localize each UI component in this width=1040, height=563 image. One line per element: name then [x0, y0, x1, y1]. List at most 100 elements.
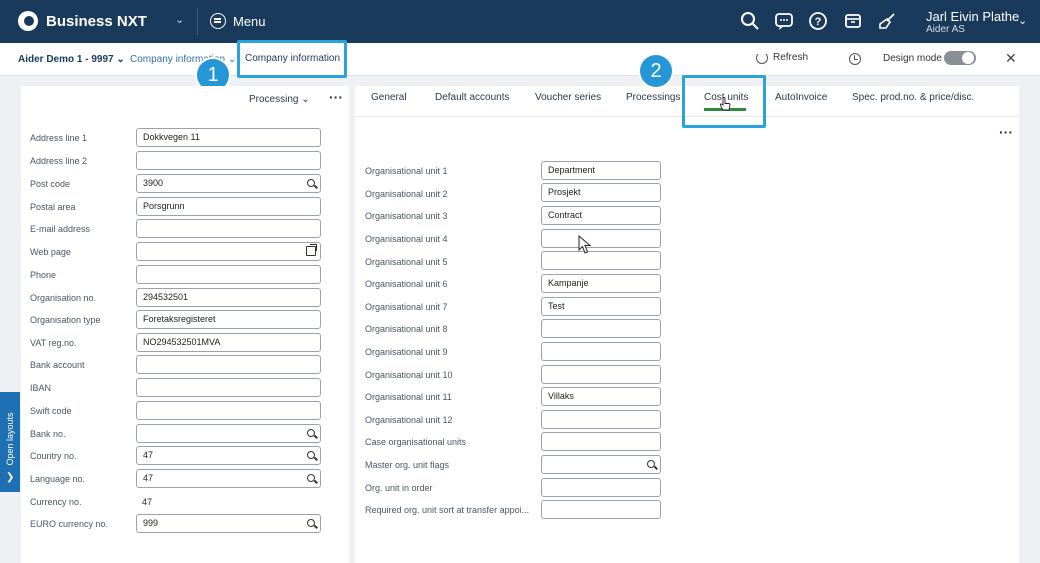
refresh-button[interactable]: Refresh: [773, 52, 808, 63]
mouse-pointer-icon: [578, 235, 592, 254]
company-details-panel: Processing ⌄ ··· Address line 1 Dokkvege…: [21, 86, 349, 563]
tab-default-accounts[interactable]: Default accounts: [435, 92, 510, 103]
step-badge-2: 2: [640, 55, 672, 87]
address-line-1-input[interactable]: Dokkvegen 11: [136, 128, 321, 147]
search-icon[interactable]: [307, 451, 315, 459]
processing-dropdown[interactable]: Processing ⌄: [249, 94, 310, 105]
search-icon[interactable]: [307, 519, 315, 527]
org-unit-in-order-input[interactable]: [541, 478, 661, 497]
more-options-icon[interactable]: ···: [999, 124, 1013, 140]
business-nxt-logo-icon: [18, 11, 38, 31]
inbox-icon[interactable]: [843, 11, 863, 31]
search-icon[interactable]: [307, 179, 315, 187]
master-org-unit-flags-input[interactable]: [541, 455, 661, 474]
org-unit-11-input[interactable]: Villaks: [541, 387, 661, 406]
euro-currency-no-input[interactable]: 999: [136, 514, 321, 533]
field-label: Bank no.: [30, 429, 66, 439]
field-label: Organisation type: [30, 315, 101, 325]
topbar-divider: [197, 8, 198, 35]
history-icon[interactable]: [849, 53, 861, 65]
top-bar: Business NXT ⌄ Menu ? Jarl Eivin Plathe …: [0, 0, 1040, 43]
user-menu-chevron-icon[interactable]: ⌄: [1018, 14, 1027, 27]
iban-input[interactable]: [136, 378, 321, 397]
organisation-type-input[interactable]: Foretaksregisteret: [136, 310, 321, 329]
case-org-units-input[interactable]: [541, 432, 661, 451]
org-unit-8-input[interactable]: [541, 319, 661, 338]
close-icon[interactable]: ✕: [1005, 50, 1017, 67]
open-layouts-tab[interactable]: Open layouts ❯: [0, 392, 20, 492]
highlight-box-company-information: [237, 40, 347, 78]
field-label: Web page: [30, 247, 71, 257]
design-mode-label: Design mode: [883, 53, 942, 64]
field-label: Organisational unit 6: [365, 279, 448, 289]
field-label: Case organisational units: [365, 437, 467, 447]
org-unit-3-input[interactable]: Contract: [541, 206, 661, 225]
tab-general[interactable]: General: [371, 92, 407, 103]
field-label: Post code: [30, 179, 71, 189]
design-mode-toggle[interactable]: [944, 51, 976, 65]
swift-code-input[interactable]: [136, 401, 321, 420]
language-no-input[interactable]: 47: [136, 469, 321, 488]
search-icon[interactable]: [307, 474, 315, 482]
field-label: Organisational unit 10: [365, 370, 453, 380]
app-switcher-chevron-icon[interactable]: ⌄: [175, 13, 184, 26]
org-unit-5-input[interactable]: [541, 251, 661, 270]
chat-icon[interactable]: [774, 11, 794, 31]
organisation-no-input[interactable]: 294532501: [136, 288, 321, 307]
bank-account-input[interactable]: [136, 355, 321, 374]
org-unit-4-input[interactable]: [541, 229, 661, 248]
tab-autoinvoice[interactable]: AutoInvoice: [775, 92, 827, 103]
tab-processings[interactable]: Processings: [626, 92, 680, 103]
search-icon[interactable]: [307, 429, 315, 437]
required-org-unit-sort-input[interactable]: [541, 500, 661, 519]
more-options-icon[interactable]: ···: [329, 89, 343, 105]
post-code-input[interactable]: 3900: [136, 174, 321, 193]
refresh-icon[interactable]: [756, 52, 768, 64]
phone-input[interactable]: [136, 265, 321, 284]
field-label: Postal area: [30, 202, 76, 212]
field-label: Currency no.: [30, 497, 82, 507]
field-label: Org. unit in order: [365, 483, 433, 493]
email-input[interactable]: [136, 219, 321, 238]
field-label: Address line 2: [30, 156, 88, 166]
open-link-icon[interactable]: [306, 244, 317, 256]
user-company: Aider AS: [926, 24, 965, 35]
app-name[interactable]: Business NXT: [46, 13, 147, 30]
vat-reg-no-input[interactable]: NO294532501MVA: [136, 333, 321, 352]
field-label: Swift code: [30, 406, 72, 416]
breadcrumb-company[interactable]: Aider Demo 1 - 9997 ⌄: [18, 54, 125, 65]
tab-voucher-series[interactable]: Voucher series: [535, 92, 601, 103]
postal-area-input[interactable]: Porsgrunn: [136, 197, 321, 216]
org-unit-6-input[interactable]: Kampanje: [541, 274, 661, 293]
field-label: EURO currency no.: [30, 519, 109, 529]
address-line-2-input[interactable]: [136, 151, 321, 170]
org-unit-9-input[interactable]: [541, 342, 661, 361]
help-icon[interactable]: ?: [808, 11, 828, 31]
org-unit-1-input[interactable]: Department: [541, 161, 661, 180]
country-no-input[interactable]: 47: [136, 446, 321, 465]
field-label: Master org. unit flags: [365, 460, 450, 470]
tab-spec-prod-no[interactable]: Spec. prod.no. & price/disc.: [852, 92, 974, 103]
org-unit-2-input[interactable]: Prosjekt: [541, 183, 661, 202]
hand-pointer-icon: [719, 97, 731, 111]
org-unit-7-input[interactable]: Test: [541, 297, 661, 316]
field-label: Language no.: [30, 474, 86, 484]
cost-units-panel: General Default accounts Voucher series …: [355, 86, 1019, 563]
field-label: Organisational unit 2: [365, 189, 448, 199]
field-label: Organisational unit 3: [365, 211, 448, 221]
field-label: Required org. unit sort at transfer appo…: [365, 505, 530, 515]
bank-no-input[interactable]: [136, 424, 321, 443]
field-label: Country no.: [30, 451, 77, 461]
broom-icon[interactable]: [877, 11, 897, 31]
search-icon[interactable]: [740, 11, 760, 31]
chevron-right-icon[interactable]: ❯: [6, 472, 14, 483]
web-page-input[interactable]: [136, 242, 321, 261]
search-icon[interactable]: [647, 460, 655, 468]
user-name[interactable]: Jarl Eivin Plathe: [926, 9, 1019, 24]
org-unit-12-input[interactable]: [541, 410, 661, 429]
field-label: Organisational unit 11: [365, 392, 452, 402]
menu-icon[interactable]: [210, 13, 226, 29]
org-unit-10-input[interactable]: [541, 365, 661, 384]
menu-button[interactable]: Menu: [233, 14, 266, 29]
field-label: Organisation no.: [30, 293, 97, 303]
